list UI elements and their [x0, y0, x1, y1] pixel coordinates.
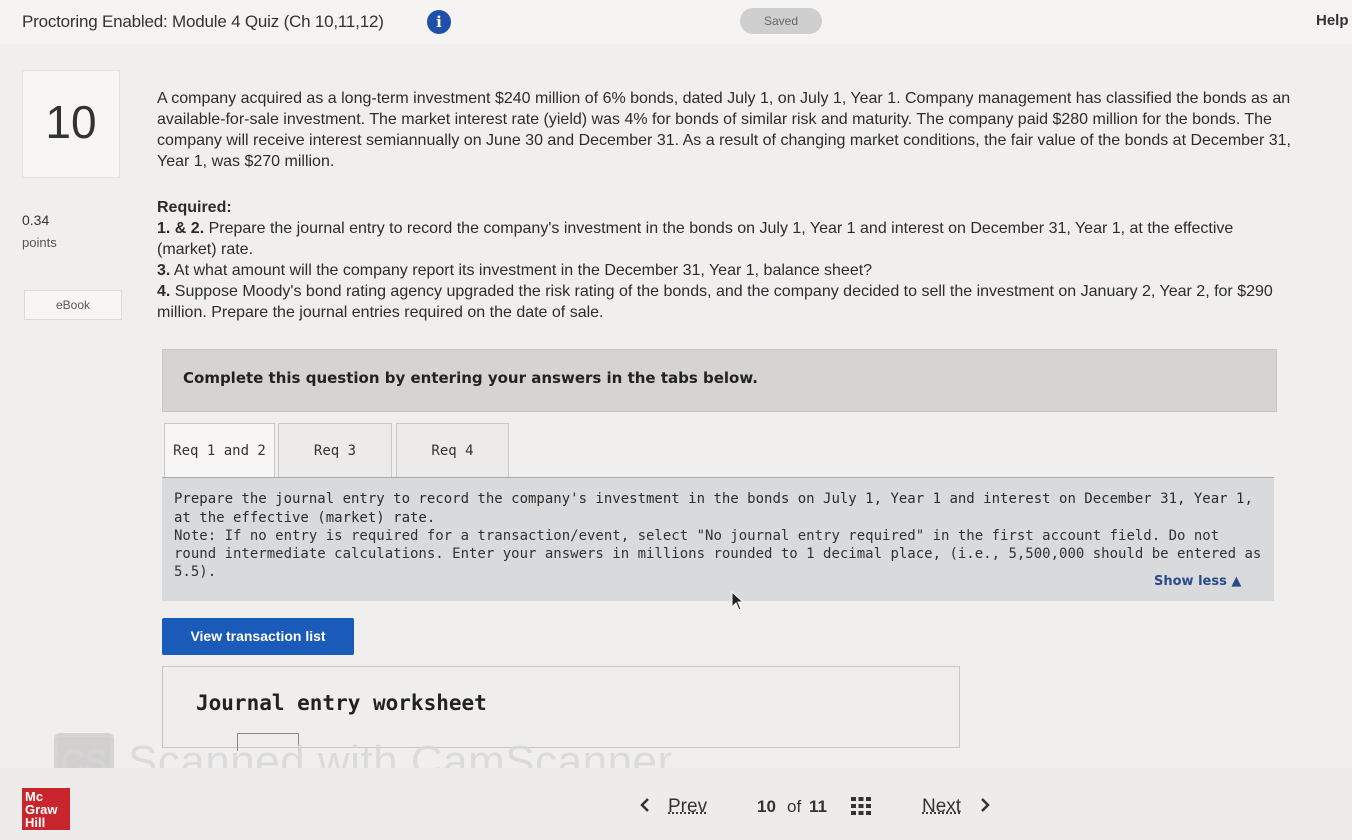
- requirement-item: 4. Suppose Moody's bond rating agency up…: [157, 281, 1297, 323]
- instruction-banner: Complete this question by entering your …: [162, 349, 1277, 412]
- points-label: points: [22, 235, 57, 250]
- chevron-right-icon[interactable]: [980, 797, 990, 813]
- panel-instruction: Prepare the journal entry to record the …: [174, 491, 1253, 526]
- requirement-text: Prepare the journal entry to record the …: [157, 220, 1234, 258]
- requirement-number: 3.: [157, 262, 171, 279]
- requirement-item: 1. & 2. Prepare the journal entry to rec…: [157, 218, 1297, 260]
- ebook-button[interactable]: eBook: [24, 290, 122, 320]
- mouse-cursor-icon: [731, 591, 745, 611]
- bottom-navigation-bar: Mc Graw Hill Prev 10 of 11 Next: [0, 768, 1352, 840]
- question-text: A company acquired as a long-term invest…: [157, 90, 1291, 170]
- tab-panel: Prepare the journal entry to record the …: [162, 477, 1274, 601]
- worksheet-title: Journal entry worksheet: [196, 691, 487, 715]
- view-transaction-list-button[interactable]: View transaction list: [162, 618, 354, 655]
- page-of-label: of: [787, 797, 802, 816]
- current-page-number: 10: [757, 797, 776, 816]
- requirements: Required: 1. & 2. Prepare the journal en…: [157, 197, 1297, 323]
- required-label: Required:: [157, 199, 232, 216]
- help-link[interactable]: Help: [1316, 12, 1349, 29]
- mcgraw-hill-logo: Mc Graw Hill: [22, 788, 70, 830]
- show-less-link[interactable]: Show less ▲: [1154, 574, 1241, 589]
- tab-req-1-and-2[interactable]: Req 1 and 2: [164, 423, 275, 478]
- total-pages-number: 11: [809, 797, 827, 816]
- chevron-left-icon[interactable]: [640, 797, 650, 813]
- prev-button[interactable]: Prev: [668, 796, 707, 818]
- instruction-text: Complete this question by entering your …: [183, 369, 758, 387]
- quiz-title: Proctoring Enabled: Module 4 Quiz (Ch 10…: [22, 12, 384, 31]
- info-icon[interactable]: i: [427, 10, 451, 34]
- tab-req-3[interactable]: Req 3: [278, 423, 392, 478]
- requirement-number: 1. & 2.: [157, 220, 205, 237]
- tab-req-4[interactable]: Req 4: [396, 423, 509, 478]
- requirement-item: 3. At what amount will the company repor…: [157, 260, 1297, 281]
- next-button[interactable]: Next: [922, 796, 961, 818]
- panel-note: Note: If no entry is required for a tran…: [174, 528, 1262, 580]
- saved-status-badge: Saved: [740, 8, 822, 34]
- grid-icon[interactable]: [850, 796, 872, 816]
- logo-line: Hill: [25, 815, 46, 830]
- requirement-text: At what amount will the company report i…: [170, 262, 873, 279]
- requirement-text: Suppose Moody's bond rating agency upgra…: [157, 283, 1273, 321]
- points-value: 0.34: [22, 212, 50, 228]
- requirement-number: 4.: [157, 283, 171, 300]
- top-bar: Proctoring Enabled: Module 4 Quiz (Ch 10…: [0, 0, 1352, 44]
- question-number-box: 10: [22, 70, 120, 178]
- question-number: 10: [45, 96, 97, 148]
